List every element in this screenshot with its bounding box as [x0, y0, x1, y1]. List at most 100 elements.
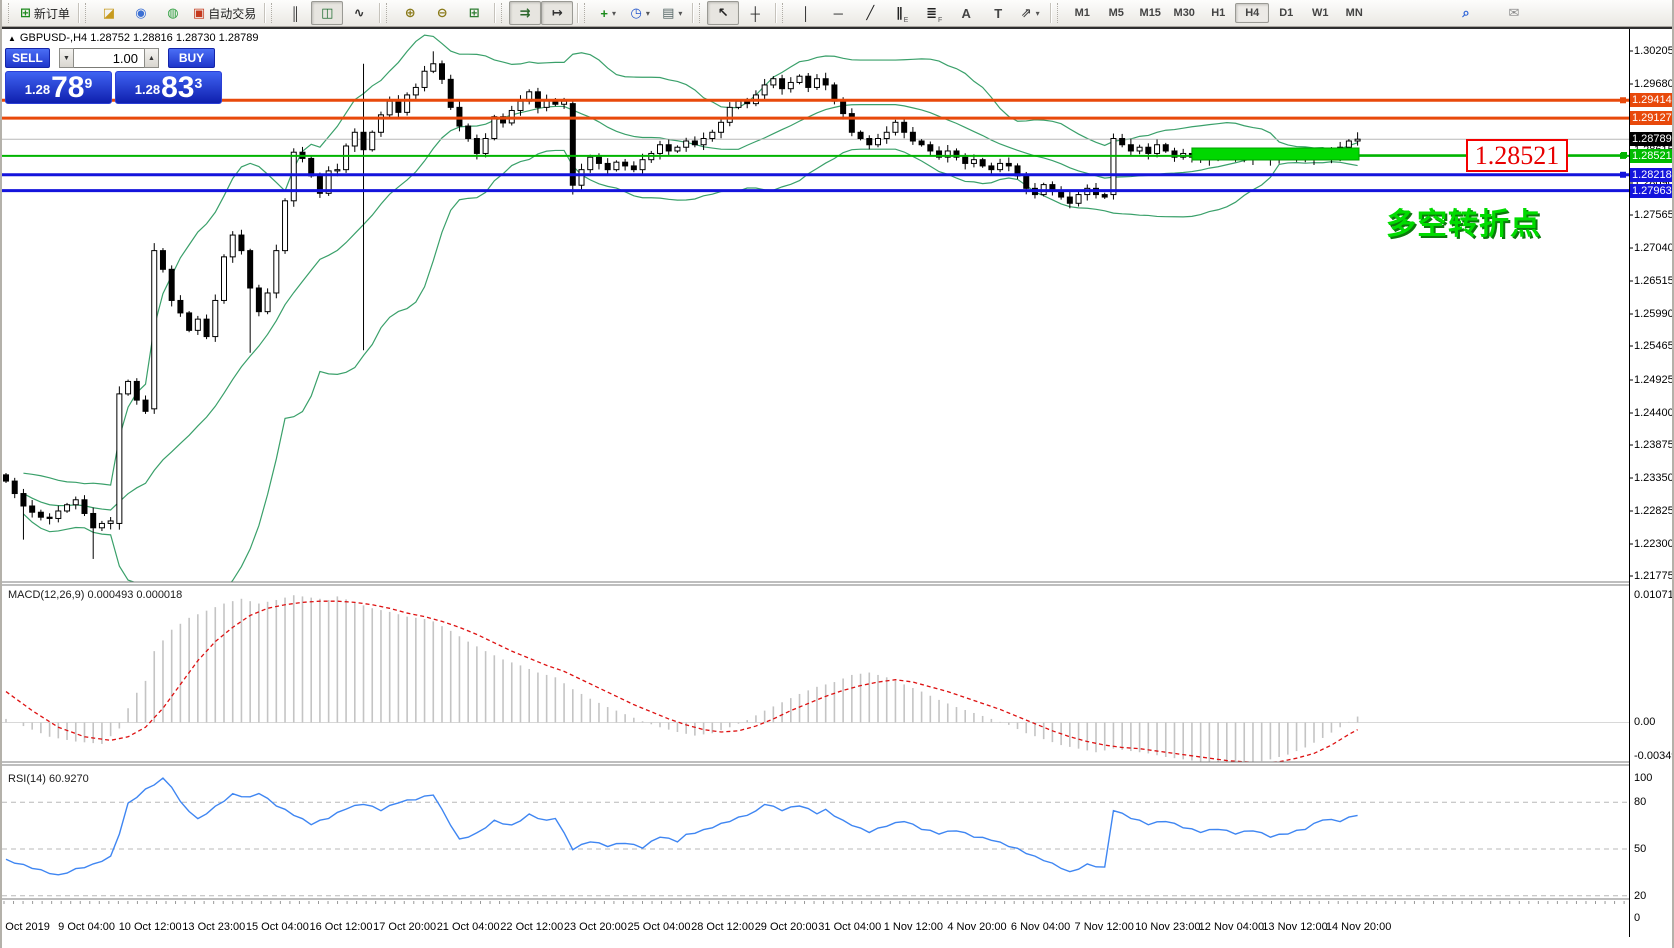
toolbar-drag-handle[interactable] — [386, 3, 392, 23]
timeframe-button-mn[interactable]: MN — [1337, 3, 1371, 23]
indicators-button[interactable]: +▾ — [592, 1, 624, 25]
bear-candle — [12, 481, 17, 493]
buy-price-big: 83 — [161, 75, 194, 101]
timeframe-button-m15[interactable]: M15 — [1133, 3, 1167, 23]
toolbar-drag-handle[interactable] — [8, 3, 14, 23]
bear-candle — [631, 166, 636, 170]
crosshair-icon: ┼ — [751, 6, 760, 21]
chart-window[interactable]: ▲GBPUSD-,H4 1.28752 1.28816 1.28730 1.28… — [2, 27, 1672, 948]
toolbar-drag-handle[interactable] — [85, 3, 91, 23]
bar-chart-button[interactable]: ║ — [279, 1, 311, 25]
annotation-text-cn[interactable]: 多空转折点 — [1386, 199, 1541, 243]
buy-button[interactable]: BUY — [168, 48, 215, 68]
line-anchor-handle[interactable] — [1620, 172, 1626, 178]
text-label-button[interactable]: T — [982, 1, 1014, 25]
highlight-rectangle[interactable] — [1192, 148, 1359, 160]
trendline-button[interactable]: ╱ — [854, 1, 886, 25]
timeframe-button-m5[interactable]: M5 — [1099, 3, 1133, 23]
sell-price-small: 1.28 — [25, 82, 50, 97]
search-button[interactable]: ⌕ — [1450, 1, 1482, 25]
autotrade-button[interactable]: ▣自动交易 — [189, 1, 260, 25]
line-chart-button[interactable]: ∿ — [343, 1, 375, 25]
chart-shift-button[interactable]: ↦ — [541, 1, 573, 25]
auto-scroll-button[interactable]: ⇉ — [509, 1, 541, 25]
timeframe-button-h1[interactable]: H1 — [1201, 3, 1235, 23]
price-axis-tag: 1.29127 — [1630, 111, 1674, 125]
sell-price-box[interactable]: 1.28 78 9 — [5, 71, 112, 104]
bear-candle — [692, 141, 697, 145]
tile-windows-button[interactable]: ⊞ — [458, 1, 490, 25]
channel-button[interactable]: ∥E — [886, 1, 918, 25]
price-axis-tag: 1.27963 — [1630, 184, 1674, 198]
volume-up-button[interactable]: ▲ — [144, 48, 159, 68]
chat-icon: ✉ — [1509, 5, 1520, 21]
toolbar-drag-handle[interactable] — [271, 3, 277, 23]
chart-canvas[interactable] — [2, 29, 1674, 948]
time-axis-label: 23 Oct 20:00 — [564, 921, 627, 933]
price-axis-tick: 1.22825 — [1634, 505, 1674, 517]
toolbar-drag-handle[interactable] — [1057, 3, 1063, 23]
toolbar-drag-handle[interactable] — [584, 3, 590, 23]
bear-candle — [47, 517, 52, 518]
bull-candle — [684, 141, 689, 147]
toolbar-separator — [264, 3, 265, 23]
bear-candle — [919, 141, 924, 145]
timeframe-button-d1[interactable]: D1 — [1269, 3, 1303, 23]
timeframe-button-m1[interactable]: M1 — [1065, 3, 1099, 23]
zoom-out-button[interactable]: ⊖ — [426, 1, 458, 25]
zoom-in-button[interactable]: ⊕ — [394, 1, 426, 25]
price-level-callout-box[interactable]: 1.28521 — [1466, 139, 1568, 172]
bear-candle — [596, 157, 601, 163]
vertical-line-button[interactable]: │ — [790, 1, 822, 25]
bear-candle — [474, 139, 479, 154]
bear-candle — [361, 132, 366, 149]
templates-button[interactable]: ▤▾ — [656, 1, 688, 25]
toolbar-drag-handle[interactable] — [782, 3, 788, 23]
cursor-button[interactable]: ↖ — [707, 1, 739, 25]
price-axis-tick: 1.29680 — [1634, 78, 1674, 90]
collapse-triangle-icon[interactable]: ▲ — [8, 34, 16, 43]
bear-candle — [1128, 145, 1133, 151]
crosshair-button[interactable]: ┼ — [739, 1, 771, 25]
sell-button[interactable]: SELL — [5, 48, 50, 68]
toolbar-drag-handle[interactable] — [699, 3, 705, 23]
volume-down-button[interactable]: ▼ — [59, 48, 74, 68]
zoom-in-icon: ⊕ — [405, 5, 416, 21]
candle-chart-button[interactable]: ◫ — [311, 1, 343, 25]
new-order-button[interactable]: ⊞新订单 — [16, 1, 74, 25]
bear-candle — [928, 145, 933, 151]
chevron-down-icon: ▾ — [1036, 9, 1040, 18]
toolbar-separator — [379, 3, 380, 23]
rsi-axis-value: 50 — [1634, 843, 1646, 855]
volume-input[interactable] — [74, 48, 144, 68]
auto-scroll-icon: ⇉ — [520, 5, 531, 21]
macd-axis-value: 0.00 — [1634, 716, 1655, 728]
bull-candle — [736, 101, 741, 107]
arrow-tools-button[interactable]: ⇗▾ — [1014, 1, 1046, 25]
periods-button[interactable]: ◷▾ — [624, 1, 656, 25]
bear-candle — [178, 300, 183, 312]
buy-price-box[interactable]: 1.28 83 3 — [115, 71, 222, 104]
timeframe-button-w1[interactable]: W1 — [1303, 3, 1337, 23]
zoom-out-icon: ⊖ — [437, 5, 448, 21]
chat-button[interactable]: ✉ — [1498, 1, 1530, 25]
fibonacci-button[interactable]: ≣F — [918, 1, 950, 25]
line-anchor-handle[interactable] — [1621, 152, 1627, 158]
signal-button[interactable]: ◍ — [157, 1, 189, 25]
horizontal-line-button[interactable]: ─ — [822, 1, 854, 25]
timeframe-button-m30[interactable]: M30 — [1167, 3, 1201, 23]
vertical-line-icon: │ — [802, 6, 810, 21]
bear-candle — [666, 145, 671, 151]
eraser-button[interactable]: ◪ — [93, 1, 125, 25]
bull-candle — [876, 139, 881, 145]
profile-button[interactable]: ◉ — [125, 1, 157, 25]
time-axis-label: 29 Oct 20:00 — [755, 921, 818, 933]
toolbar-drag-handle[interactable] — [501, 3, 507, 23]
bear-candle — [623, 162, 628, 166]
timeframe-button-h4[interactable]: H4 — [1235, 3, 1269, 23]
bull-candle — [658, 145, 663, 154]
text-button[interactable]: A — [950, 1, 982, 25]
time-axis-label: 1 Nov 12:00 — [884, 921, 943, 933]
fibonacci-icon: ≣ — [926, 5, 937, 21]
line-anchor-handle[interactable] — [1620, 97, 1626, 103]
